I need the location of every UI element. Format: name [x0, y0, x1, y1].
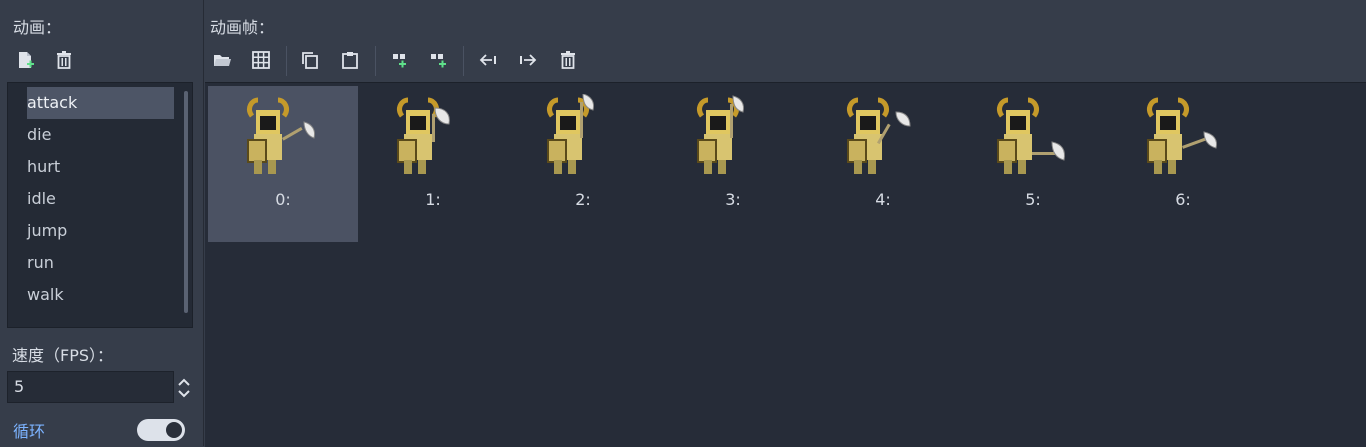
- frame-label: 5:: [1025, 190, 1041, 209]
- new-animation-icon: [19, 52, 34, 68]
- speed-label: 速度（FPS）：: [12, 346, 114, 365]
- knight-sprite-icon: [997, 97, 1065, 174]
- knight-sprite-icon: [697, 95, 744, 174]
- copy-icon: [302, 52, 318, 69]
- animation-item-attack[interactable]: attack: [27, 87, 174, 119]
- knight-sprite-icon: [1147, 97, 1217, 174]
- copy-frame-button[interactable]: [295, 45, 325, 75]
- frame-5[interactable]: 5:: [958, 86, 1108, 242]
- new-animation-button[interactable]: [10, 45, 40, 75]
- frame-label: 0:: [275, 190, 291, 209]
- sprite-sheet-button[interactable]: [246, 45, 276, 75]
- animation-item-run[interactable]: run: [27, 247, 174, 279]
- insert-after-button[interactable]: [424, 45, 454, 75]
- frame-2[interactable]: 2:: [508, 86, 658, 242]
- knight-sprite-icon: [247, 97, 315, 174]
- frame-3[interactable]: 3:: [658, 86, 808, 242]
- knight-sprite-icon: [847, 97, 911, 174]
- delete-animation-button[interactable]: [49, 45, 79, 75]
- animation-list: attack die hurt idle jump run walk: [7, 82, 193, 328]
- animation-item-hurt[interactable]: hurt: [27, 151, 174, 183]
- move-left-icon: [479, 54, 496, 66]
- frame-label: 4:: [875, 190, 891, 209]
- delete-animation-icon: [57, 51, 71, 69]
- frame-label: 2:: [575, 190, 591, 209]
- toolbar-separator: [375, 46, 376, 76]
- insert-after-icon: [431, 54, 446, 68]
- animation-list-scrollbar[interactable]: [184, 91, 188, 313]
- frame-4[interactable]: 4:: [808, 86, 958, 242]
- loop-toggle[interactable]: [137, 419, 185, 441]
- move-right-icon: [520, 54, 537, 66]
- animation-item-idle[interactable]: idle: [27, 183, 174, 215]
- insert-before-button[interactable]: [384, 45, 414, 75]
- toolbar-separator: [286, 46, 287, 76]
- loop-label: 循环: [13, 422, 46, 441]
- animation-item-walk[interactable]: walk: [27, 279, 174, 311]
- frames-label: 动画帧：: [210, 18, 275, 37]
- frame-0[interactable]: 0:: [208, 86, 358, 242]
- grid-icon: [252, 51, 270, 69]
- paste-frame-button[interactable]: [335, 45, 365, 75]
- insert-before-icon: [393, 54, 406, 68]
- frame-label: 6:: [1175, 190, 1191, 209]
- load-frames-button[interactable]: [207, 45, 237, 75]
- animation-item-jump[interactable]: jump: [27, 215, 174, 247]
- delete-frame-button[interactable]: [553, 45, 583, 75]
- fps-input[interactable]: 5: [7, 371, 174, 403]
- frame-1[interactable]: 1:: [358, 86, 508, 242]
- frame-label: 3:: [725, 190, 741, 209]
- delete-frame-icon: [561, 51, 575, 69]
- spinner-arrows-icon[interactable]: [176, 376, 192, 400]
- move-right-button[interactable]: [513, 45, 543, 75]
- knight-sprite-icon: [397, 97, 450, 174]
- animation-item-die[interactable]: die: [27, 119, 174, 151]
- move-left-button[interactable]: [473, 45, 503, 75]
- animations-panel: 动画： attack die hurt idle jump run walk 速…: [0, 0, 203, 446]
- frame-6[interactable]: 6:: [1108, 86, 1258, 242]
- frames-grid: 0: 1: 2: 3: 4: 5: 6:: [205, 82, 1366, 447]
- toggle-knob: [166, 422, 182, 438]
- folder-icon: [214, 55, 231, 66]
- toolbar-separator: [463, 46, 464, 76]
- knight-sprite-icon: [547, 94, 594, 174]
- paste-icon: [342, 52, 358, 69]
- animations-label: 动画：: [13, 18, 62, 37]
- frame-label: 1:: [425, 190, 441, 209]
